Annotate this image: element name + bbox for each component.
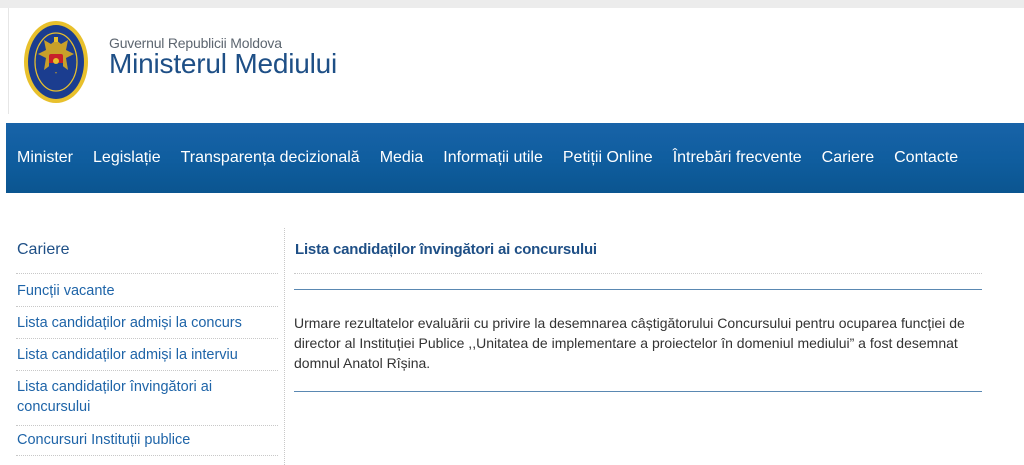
nav-item-petitii-online[interactable]: Petiții Online bbox=[553, 123, 663, 193]
sidebar-separator bbox=[16, 338, 278, 339]
nav-item-media[interactable]: Media bbox=[370, 123, 434, 193]
nav-list: Minister Legislație Transparența decizio… bbox=[6, 123, 968, 193]
announcement-text: Urmare rezultatelor evaluării cu privire… bbox=[294, 315, 965, 371]
sidebar-title: Cariere bbox=[17, 241, 70, 258]
nav-item-minister[interactable]: Minister bbox=[6, 123, 83, 193]
sidebar-item-concursuri-institutii[interactable]: Concursuri Instituții publice bbox=[17, 430, 267, 450]
sidebar-item-invingatori[interactable]: Lista candidaților învingători ai concur… bbox=[17, 377, 267, 417]
sidebar-item-admisi-concurs[interactable]: Lista candidaților admiși la concurs bbox=[17, 313, 267, 333]
nav-item-cariere[interactable]: Cariere bbox=[812, 123, 884, 193]
sidebar-separator bbox=[16, 273, 278, 274]
ministry-name[interactable]: Ministerul Mediului bbox=[109, 48, 337, 80]
main-navigation: Minister Legislație Transparența decizio… bbox=[6, 123, 1024, 193]
nav-item-informatii-utile[interactable]: Informații utile bbox=[433, 123, 553, 193]
nav-item-contacte[interactable]: Contacte bbox=[884, 123, 968, 193]
sidebar-separator bbox=[16, 425, 278, 426]
content-bottom-rule bbox=[294, 391, 982, 392]
content-top-rule bbox=[294, 289, 982, 290]
nav-item-transparenta[interactable]: Transparența decizională bbox=[171, 123, 370, 193]
moldova-coat-of-arms-icon[interactable] bbox=[23, 20, 89, 104]
header-spacer bbox=[0, 114, 1024, 123]
nav-item-intrebari-frecvente[interactable]: Întrebări frecvente bbox=[663, 123, 812, 193]
site-header: Guvernul Republicii Moldova Ministerul M… bbox=[8, 8, 1024, 114]
title-separator bbox=[294, 273, 982, 274]
nav-item-legislatie[interactable]: Legislație bbox=[83, 123, 171, 193]
sidebar-separator bbox=[16, 455, 278, 456]
sidebar-separator bbox=[16, 306, 278, 307]
column-divider bbox=[284, 228, 285, 465]
sidebar-item-functii-vacante[interactable]: Funcții vacante bbox=[17, 281, 267, 301]
sidebar-separator bbox=[16, 370, 278, 371]
sidebar-item-admisi-interviu[interactable]: Lista candidaților admiși la interviu bbox=[17, 345, 267, 365]
top-strip bbox=[0, 0, 1024, 8]
page-title: Lista candidaților învingători ai concur… bbox=[295, 241, 597, 258]
